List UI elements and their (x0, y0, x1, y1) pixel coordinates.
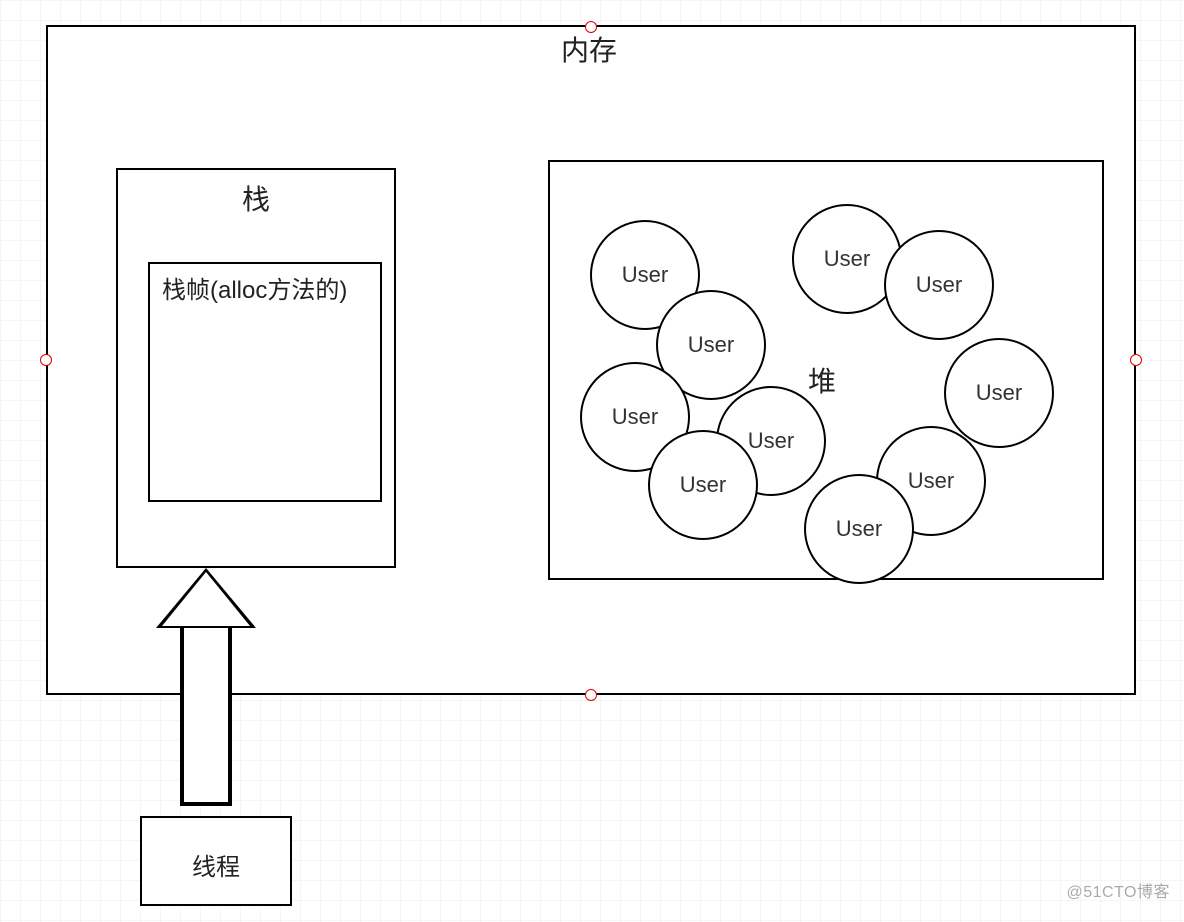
user-bubble-label: User (748, 428, 794, 454)
user-bubble-label: User (976, 380, 1022, 406)
user-bubble[interactable]: User (884, 230, 994, 340)
arrow-shaft (180, 626, 232, 806)
arrow-head-icon (156, 568, 256, 628)
stack-frame-label: 栈帧(alloc方法的) (162, 270, 347, 305)
heap-label: 堆 (808, 360, 836, 400)
user-bubble-label: User (916, 272, 962, 298)
user-bubble[interactable]: User (648, 430, 758, 540)
thread-arrow[interactable] (156, 568, 256, 806)
user-bubble[interactable]: User (804, 474, 914, 584)
user-bubble[interactable]: User (944, 338, 1054, 448)
selection-handle-icon[interactable] (585, 21, 597, 33)
watermark: @51CTO博客 (1066, 878, 1170, 902)
selection-handle-icon[interactable] (40, 354, 52, 366)
selection-handle-icon[interactable] (585, 689, 597, 701)
user-bubble-label: User (836, 516, 882, 542)
user-bubble-label: User (622, 262, 668, 288)
stack-label: 栈 (242, 178, 270, 218)
user-bubble-label: User (612, 404, 658, 430)
user-bubble-label: User (908, 468, 954, 494)
memory-label: 内存 (561, 29, 617, 69)
user-bubble-label: User (680, 472, 726, 498)
user-bubble-label: User (688, 332, 734, 358)
user-bubble-label: User (824, 246, 870, 272)
thread-label: 线程 (192, 847, 240, 882)
selection-handle-icon[interactable] (1130, 354, 1142, 366)
diagram-layer: 内存 栈 栈帧(alloc方法的) 堆 User User User User User… (0, 0, 1184, 922)
